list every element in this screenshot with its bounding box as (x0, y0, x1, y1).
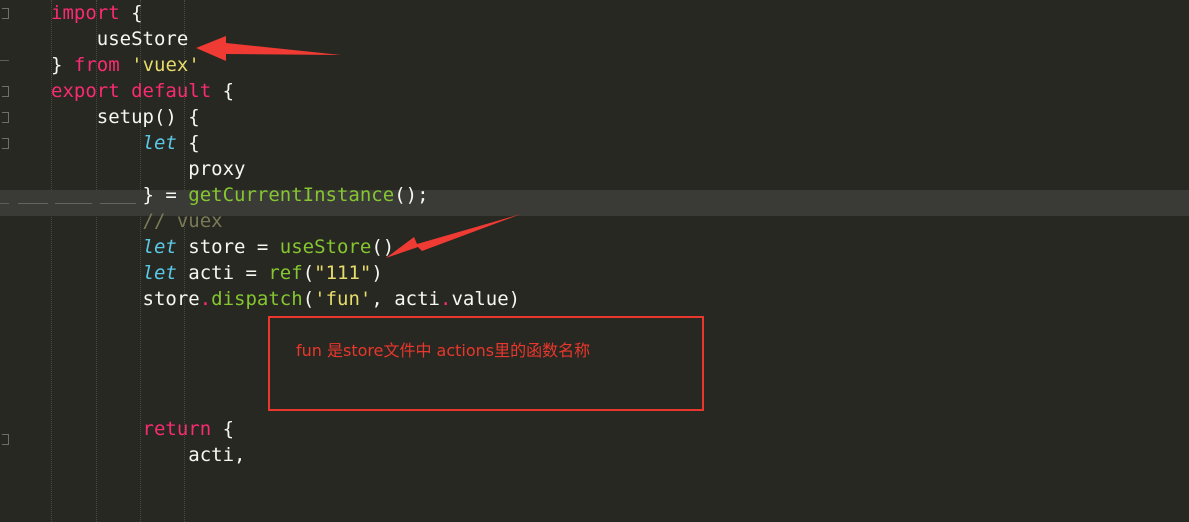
code-token: { (176, 132, 200, 154)
code-token: getCurrentInstance (188, 184, 395, 206)
code-token: from (73, 54, 120, 76)
code-line[interactable]: return { (0, 416, 1189, 442)
code-content[interactable]: import { useStore} from 'vuex' export def… (0, 0, 1189, 494)
code-token: { (222, 80, 235, 102)
code-editor[interactable]: import { useStore} from 'vuex' export def… (0, 0, 1189, 522)
arrow-to-usestore-call (386, 214, 521, 258)
code-token: (); (394, 184, 429, 206)
code-token: // vuex (51, 210, 223, 232)
code-line[interactable]: acti, (0, 442, 1189, 468)
code-token: ref (268, 262, 303, 284)
code-token: import (51, 2, 120, 24)
code-token: ( (302, 262, 315, 284)
code-token: 'fun' (314, 288, 372, 310)
code-token: store (51, 288, 200, 310)
code-token: ( (302, 288, 315, 310)
code-token: dispatch (211, 288, 303, 310)
code-token: default (131, 80, 212, 102)
code-token: let (142, 132, 177, 154)
code-token: useStore (279, 236, 372, 258)
code-token: { (211, 418, 235, 440)
code-token: useStore (51, 28, 189, 50)
code-token: proxy (51, 158, 246, 180)
code-line[interactable]: let store = useStore() (0, 234, 1189, 260)
code-line[interactable]: let acti = ref("111") (0, 260, 1189, 286)
code-token: store = (176, 236, 280, 258)
code-token: acti = (176, 262, 269, 284)
code-line[interactable]: import { (0, 0, 1189, 26)
code-token: export (51, 80, 120, 102)
code-token: let (142, 262, 177, 284)
code-line[interactable]: setup() { (0, 104, 1189, 130)
code-line[interactable]: } from 'vuex' (0, 52, 1189, 78)
code-token: acti, (51, 444, 246, 466)
code-line[interactable]: proxy (0, 156, 1189, 182)
code-token: } = (51, 184, 189, 206)
code-token: . (199, 288, 212, 310)
code-token: . (439, 288, 452, 310)
code-line[interactable]: export default { (0, 78, 1189, 104)
code-token: value) (451, 288, 521, 310)
code-token: "111" (314, 262, 372, 284)
code-token: { (131, 2, 143, 24)
code-token: ) (371, 262, 383, 284)
code-line[interactable]: } = getCurrentInstance(); (0, 182, 1189, 208)
code-line[interactable]: let { (0, 130, 1189, 156)
code-token: 'vuex' (131, 54, 200, 76)
code-line[interactable]: store.dispatch('fun', acti.value) (0, 286, 1189, 312)
code-token: let (142, 236, 177, 258)
code-token: setup() { (51, 106, 200, 128)
code-token: , acti (371, 288, 440, 310)
code-token: return (142, 418, 212, 440)
annotation-text: fun 是store文件中 actions里的函数名称 (296, 341, 591, 360)
code-line[interactable]: // vuex (0, 208, 1189, 234)
code-line[interactable]: useStore (0, 26, 1189, 52)
code-line[interactable] (0, 468, 1189, 494)
annotation-box (268, 316, 704, 411)
code-token: } (51, 54, 63, 76)
arrow-to-usestore-import (196, 36, 341, 61)
